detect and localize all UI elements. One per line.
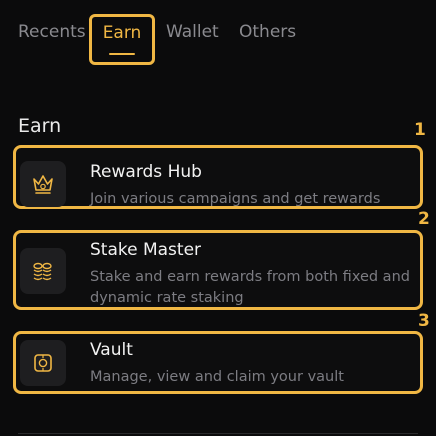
rewards-hub-title: Rewards Hub: [90, 162, 202, 182]
section-title: Earn: [18, 115, 62, 137]
divider: [18, 433, 418, 434]
rewards-hub-description: Join various campaigns and get rewards: [90, 191, 381, 207]
tab-active-indicator: [109, 53, 135, 55]
crown-icon: [20, 161, 66, 207]
vault-card[interactable]: Vault Manage, view and claim your vault: [13, 331, 423, 394]
tab-others[interactable]: Others: [239, 22, 296, 42]
marker-3: 3: [418, 311, 430, 331]
tab-earn[interactable]: Earn: [89, 14, 155, 65]
vault-title: Vault: [90, 340, 133, 360]
tab-recents[interactable]: Recents: [18, 22, 86, 42]
stake-master-description: Stake and earn rewards from both fixed a…: [90, 269, 410, 306]
vault-icon: [20, 340, 66, 386]
vault-description: Manage, view and claim your vault: [90, 369, 344, 385]
stake-master-card[interactable]: Stake Master Stake and earn rewards from…: [13, 230, 423, 310]
tab-wallet[interactable]: Wallet: [166, 22, 219, 42]
tab-earn-label: Earn: [102, 23, 142, 43]
stake-master-title: Stake Master: [90, 240, 202, 260]
coins-icon: [20, 248, 66, 294]
marker-2: 2: [418, 209, 430, 229]
rewards-hub-card[interactable]: Rewards Hub Join various campaigns and g…: [13, 145, 423, 209]
marker-1: 1: [414, 120, 426, 140]
tab-bar: Recents Earn Wallet Others: [0, 0, 436, 70]
